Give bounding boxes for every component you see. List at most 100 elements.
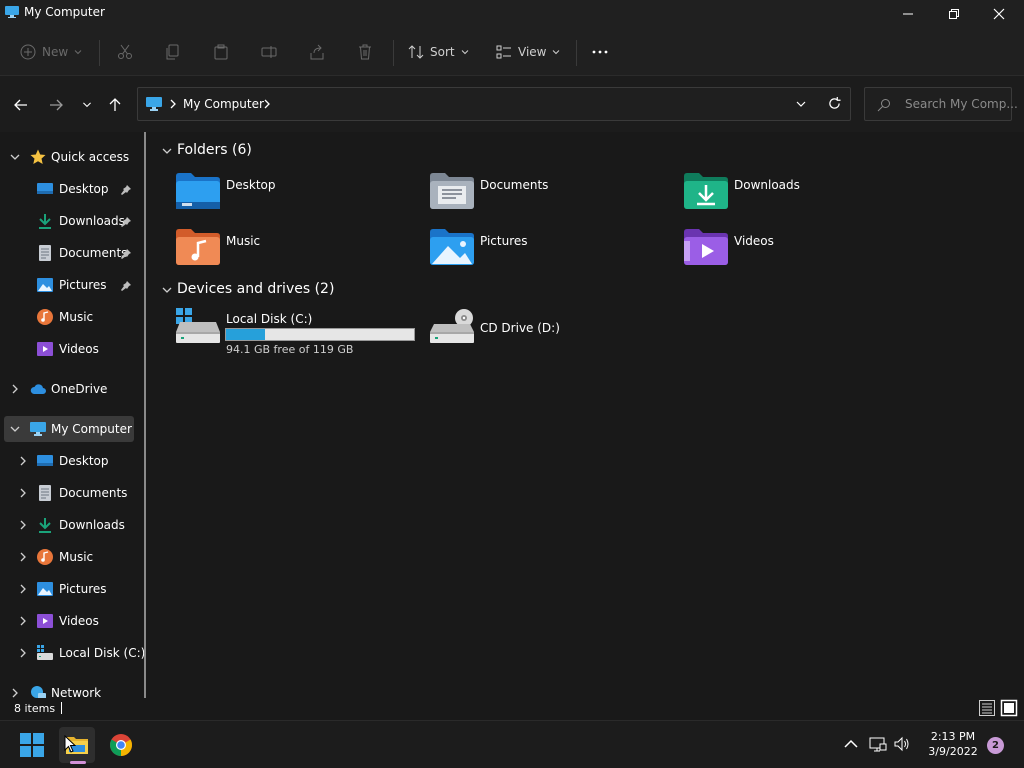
sidebar-item-videos[interactable]: Videos [4,336,136,362]
sidebar-item-local-disk[interactable]: Local Disk (C:) [4,640,145,666]
pin-icon[interactable] [121,185,131,195]
navigation-pane: Quick access Desktop Downloads Documents… [0,132,146,698]
chevron-down-icon[interactable] [162,285,172,295]
toolbar-divider [576,40,577,66]
sidebar-item-documents[interactable]: Documents [4,240,136,266]
network-status-icon[interactable] [869,735,887,753]
sidebar-item-desktop[interactable]: Desktop [4,176,136,202]
pin-icon[interactable] [121,249,131,259]
back-button[interactable] [10,94,32,116]
sort-button[interactable]: Sort [408,38,469,66]
sidebar-item-music[interactable]: Music [4,304,136,330]
delete-button[interactable] [357,38,373,66]
folder-tile-documents[interactable]: Documents [430,172,670,216]
drive-tile-local-disk[interactable]: Local Disk (C:) 94.1 GB free of 119 GB [176,308,426,356]
folder-tile-videos[interactable]: Videos [684,228,924,272]
pictures-folder-icon [430,229,474,265]
restore-button[interactable] [931,0,977,28]
sidebar-item-pc-music[interactable]: Music [4,544,136,570]
sidebar-scrollbar-thumb[interactable] [144,132,146,698]
videos-icon [37,614,53,628]
downloads-folder-icon [684,173,728,209]
folder-tile-music[interactable]: Music [176,228,416,272]
paste-button[interactable] [213,38,229,66]
copy-button[interactable] [165,38,181,66]
close-button[interactable] [976,0,1022,28]
share-button[interactable] [309,38,325,66]
rename-icon [261,46,277,58]
cut-button[interactable] [117,38,133,66]
sidebar-item-pc-pictures[interactable]: Pictures [4,576,136,602]
chevron-right-icon[interactable] [18,616,28,626]
mouse-cursor-icon [64,735,76,753]
forward-button[interactable] [45,94,67,116]
pin-icon[interactable] [121,281,131,291]
chevron-up-icon[interactable] [842,735,860,753]
sidebar-item-downloads[interactable]: Downloads [4,208,136,234]
computer-icon [5,6,19,18]
sidebar-item-label: Local Disk (C:) [59,646,146,660]
chevron-right-icon[interactable] [18,648,28,658]
sidebar-item-my-computer[interactable]: My Computer [4,416,134,442]
chevron-right-icon[interactable] [18,488,28,498]
more-options-button[interactable] [592,38,608,66]
address-bar[interactable]: My Computer [137,87,851,121]
chevron-down-icon[interactable] [10,424,20,434]
windows-logo-icon [20,733,44,757]
breadcrumb-my-computer[interactable]: My Computer [183,97,264,111]
drive-tile-cd-drive[interactable]: CD Drive (D:) [430,308,680,354]
folder-tile-desktop[interactable]: Desktop [176,172,416,216]
sidebar-item-network[interactable]: Network [4,680,136,698]
pin-icon[interactable] [121,217,131,227]
computer-icon [146,97,162,111]
view-list-icon [496,45,511,59]
active-app-indicator [70,761,86,764]
chevron-right-icon[interactable] [18,552,28,562]
chevron-right-icon[interactable] [10,384,20,394]
devices-section-header[interactable]: Devices and drives (2) [160,281,460,299]
search-box[interactable]: Search My Comp... [864,87,1018,121]
sidebar-item-quick-access[interactable]: Quick access [4,144,136,170]
arrow-right-icon [50,99,63,111]
chevron-right-icon[interactable] [262,99,272,109]
folder-tile-downloads[interactable]: Downloads [684,172,924,216]
chevron-right-icon[interactable] [10,688,20,698]
chevron-right-icon[interactable] [18,456,28,466]
taskbar-clock[interactable]: 2:13 PM 3/9/2022 [920,729,986,759]
chevron-down-icon[interactable] [162,146,172,156]
clock-time: 2:13 PM [930,730,976,743]
view-button[interactable]: View [496,38,560,66]
sidebar-item-pc-documents[interactable]: Documents [4,480,136,506]
start-button[interactable] [14,727,50,763]
sidebar-item-pc-downloads[interactable]: Downloads [4,512,136,538]
recent-locations-button[interactable] [76,94,98,116]
details-view-icon[interactable] [978,699,996,717]
clock-date: 3/9/2022 [928,745,978,758]
refresh-icon[interactable] [828,97,841,110]
folder-tile-pictures[interactable]: Pictures [430,228,670,272]
download-icon [39,518,51,533]
sidebar-item-label: Videos [59,342,99,356]
sidebar-item-pc-desktop[interactable]: Desktop [4,448,136,474]
chevron-right-icon[interactable] [18,584,28,594]
folders-section-header[interactable]: Folders (6) [160,142,460,160]
sidebar-item-label: Documents [59,486,128,500]
up-button[interactable] [104,94,126,116]
rename-button[interactable] [261,38,277,66]
sidebar-item-onedrive[interactable]: OneDrive [4,376,136,402]
download-icon [39,214,51,229]
chevron-right-icon[interactable] [18,520,28,530]
minimize-button[interactable] [885,0,931,28]
taskbar-chrome[interactable] [103,727,139,763]
search-input[interactable]: Search My Comp... [905,97,1018,111]
document-icon [39,245,51,261]
volume-icon[interactable] [893,735,911,753]
sidebar-item-pictures[interactable]: Pictures [4,272,136,298]
chevron-down-icon[interactable] [10,152,20,162]
new-button[interactable]: New [20,38,82,66]
large-icons-view-icon[interactable] [1000,699,1018,717]
notification-badge[interactable]: 2 [987,737,1004,754]
chevron-down-icon[interactable] [796,99,806,109]
sidebar-item-pc-videos[interactable]: Videos [4,608,136,634]
drive-name: CD Drive (D:) [480,321,560,335]
